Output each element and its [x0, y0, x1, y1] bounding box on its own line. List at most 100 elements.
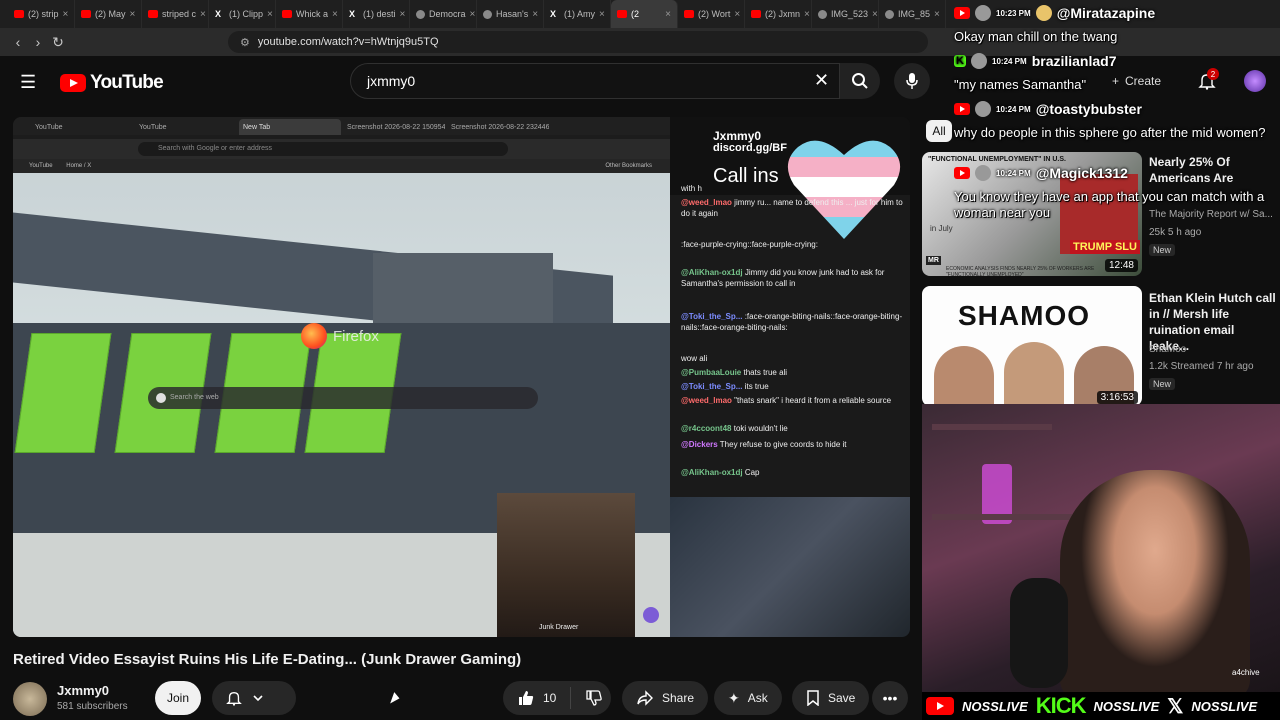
channel-name[interactable]: Jxmmy0	[57, 683, 109, 698]
close-tab-icon[interactable]: ×	[532, 9, 538, 20]
close-tab-icon[interactable]: ×	[872, 9, 878, 20]
banner-handle: NOSSLIVE	[962, 698, 1028, 714]
recommendation-title[interactable]: Nearly 25% Of Americans Are	[1149, 154, 1277, 186]
youtube-icon	[282, 10, 292, 18]
youtube-icon	[926, 697, 954, 715]
close-tab-icon[interactable]: ×	[934, 9, 940, 20]
watermark: a4chive	[1232, 668, 1260, 677]
subscription-bell-button[interactable]	[212, 681, 296, 715]
new-badge: New	[1149, 378, 1176, 390]
like-button[interactable]: 10	[503, 689, 556, 707]
reload-icon[interactable]: ↻	[48, 34, 68, 51]
bell-icon	[226, 691, 242, 706]
chatter-avatar	[971, 53, 987, 69]
youtube-icon	[954, 167, 970, 179]
inner-other-bookmarks: Other Bookmarks	[605, 163, 652, 169]
browser-tab[interactable]: Hasan's ×	[477, 0, 544, 28]
menu-icon[interactable]: ☰	[20, 72, 40, 93]
browser-tab[interactable]: (2) May ×	[75, 0, 142, 28]
overlay-message: why do people in this sphere go after th…	[954, 125, 1266, 140]
browser-tab[interactable]: (2) strip ×	[8, 0, 75, 28]
chatter-avatar	[975, 5, 991, 21]
inner-tab: YouTube	[139, 123, 167, 131]
channel-avatar[interactable]	[13, 682, 47, 716]
firefox-logo-icon	[301, 323, 327, 349]
ask-button[interactable]: ✦ Ask	[714, 681, 782, 715]
close-tab-icon[interactable]: ×	[804, 9, 810, 20]
inner-chat-text: with h	[681, 184, 702, 193]
facecam-label: Junk Drawer	[539, 624, 579, 631]
inner-chat-username: @weed_lmao	[681, 396, 732, 405]
inner-tab: Screenshot 2026-08-22 232446.pn	[451, 123, 549, 131]
close-tab-icon[interactable]: ×	[470, 9, 476, 20]
close-tab-icon[interactable]: ×	[267, 9, 273, 20]
mouse-cursor-icon	[390, 692, 401, 706]
site-info-icon[interactable]: ⚙	[240, 36, 250, 49]
inner-chat-username: @AliKhan-ox1dj	[681, 268, 743, 277]
thumbnail-text: SHAMOO	[958, 300, 1090, 331]
thumbnail-text: "FUNCTIONAL UNEMPLOYMENT" IN U.S.	[928, 156, 1066, 163]
inner-chat-line: @r4ccoont48 toki wouldn't lie	[681, 423, 910, 434]
close-tab-icon[interactable]: ×	[200, 9, 206, 20]
kick-logo: KICK	[1035, 693, 1087, 718]
close-tab-icon[interactable]: ×	[665, 9, 671, 20]
inner-chat-name: Jxmmy0	[713, 129, 762, 143]
recommendation-thumbnail[interactable]: SHAMOO 3:16:53	[922, 286, 1142, 406]
clear-search-icon[interactable]: ✕	[814, 70, 829, 91]
close-tab-icon[interactable]: ×	[734, 9, 740, 20]
streamer-person	[1060, 470, 1250, 700]
tab-label: IMG_85	[898, 9, 931, 19]
browser-tab[interactable]: IMG_85 ×	[879, 0, 946, 28]
search-input[interactable]: jxmmy0	[350, 63, 840, 99]
back-icon[interactable]: ‹	[8, 34, 28, 50]
filter-chip-all[interactable]: All	[926, 120, 952, 142]
close-tab-icon[interactable]: ×	[332, 9, 338, 20]
forward-icon[interactable]: ›	[28, 34, 48, 50]
share-button[interactable]: Share	[622, 681, 709, 715]
tab-label: striped c	[162, 9, 197, 19]
shelf	[932, 514, 1072, 520]
close-tab-icon[interactable]: ×	[599, 9, 605, 20]
join-button[interactable]: Join	[155, 681, 201, 715]
microphone-icon	[906, 73, 918, 89]
inner-chat-username: @weed_lmao	[681, 198, 732, 207]
inner-tab: YouTube	[35, 123, 63, 131]
browser-tab[interactable]: X (1) Amy ×	[544, 0, 611, 28]
dislike-button[interactable]	[571, 689, 603, 707]
url-field[interactable]: ⚙ youtube.com/watch?v=hWtnjq9u5TQ	[228, 31, 928, 53]
inner-chat-text: its true	[744, 382, 769, 391]
more-actions-button[interactable]: •••	[872, 681, 908, 715]
thumbnail-text: TRUMP SLU	[1070, 240, 1140, 254]
search-button[interactable]	[840, 63, 880, 99]
youtube-icon	[617, 10, 627, 18]
youtube-logo[interactable]: YouTube	[60, 72, 164, 94]
browser-tab[interactable]: X (1) desti ×	[343, 0, 410, 28]
browser-tab[interactable]: (2) Wort ×	[678, 0, 745, 28]
edit-icon	[643, 607, 659, 623]
sparkle-icon: ✦	[728, 689, 740, 706]
browser-tab[interactable]: Democra ×	[410, 0, 477, 28]
x-icon: X	[550, 9, 557, 19]
browser-tab[interactable]: (2) Jxmn ×	[745, 0, 812, 28]
overlay-timestamp: 10:23 PM	[996, 8, 1031, 18]
overlay-username: @Miratazapine	[1056, 5, 1156, 21]
inner-bookmark: YouTube	[29, 163, 53, 169]
inner-chat-text: Cap	[744, 468, 760, 477]
tab-label: (2) Wort	[698, 9, 731, 19]
tab-label: Democra	[429, 9, 466, 19]
firefox-wordmark: Firefox	[333, 327, 379, 345]
browser-tab[interactable]: X (1) Clipp ×	[209, 0, 276, 28]
browser-tab[interactable]: IMG_523 ×	[812, 0, 879, 28]
close-tab-icon[interactable]: ×	[130, 9, 136, 20]
save-button[interactable]: Save	[792, 681, 870, 715]
ask-label: Ask	[747, 691, 768, 705]
recommendation-channel[interactable]: ShaMoo	[1149, 344, 1186, 355]
voice-search-button[interactable]	[894, 63, 930, 99]
browser-tab[interactable]: (2 ×	[611, 0, 678, 28]
browser-tab[interactable]: striped c ×	[142, 0, 209, 28]
overlay-timestamp: 10:24 PM	[996, 168, 1031, 178]
browser-tab[interactable]: Whick a ×	[276, 0, 343, 28]
close-tab-icon[interactable]: ×	[400, 9, 406, 20]
video-player[interactable]: YouTube YouTube New Tab Screenshot 2026-08-…	[13, 117, 910, 637]
close-tab-icon[interactable]: ×	[63, 9, 69, 20]
